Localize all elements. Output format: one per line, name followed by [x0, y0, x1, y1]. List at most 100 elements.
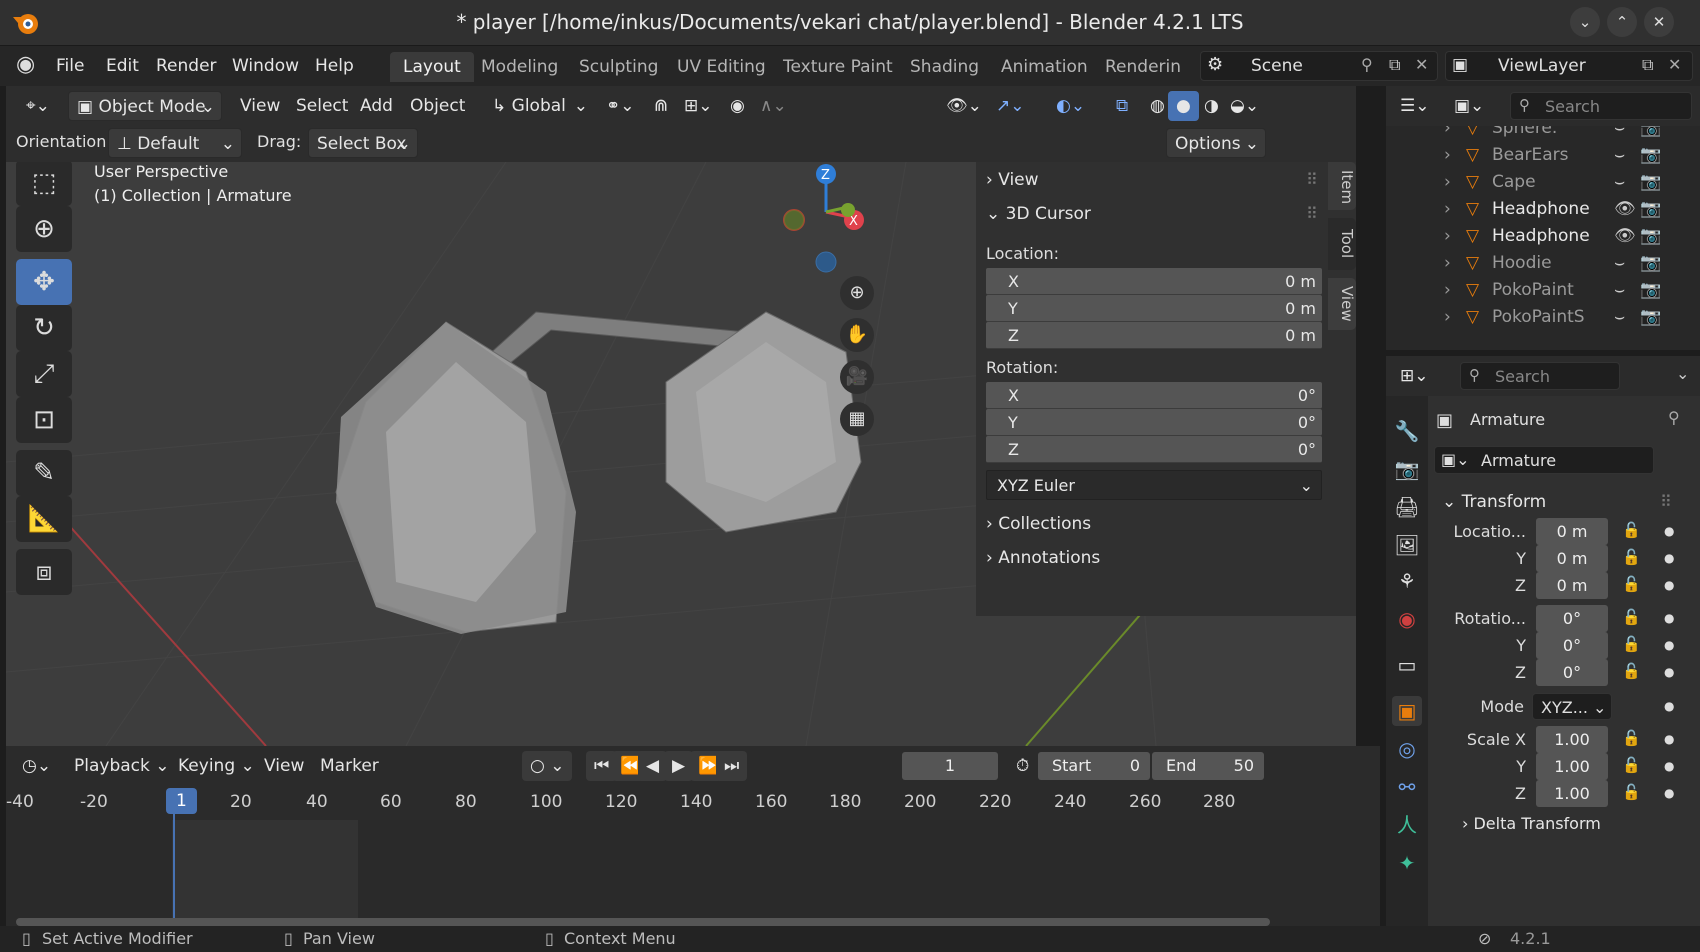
camera-render-icon[interactable]: 📷 [1640, 276, 1661, 305]
camera-render-icon[interactable]: 📷 [1640, 195, 1661, 224]
tab-sculpting[interactable]: Sculpting [566, 52, 671, 82]
prop-location-z[interactable]: 0 m [1536, 572, 1608, 599]
bone-tab-icon[interactable]: ✦ [1392, 848, 1422, 878]
tab-view[interactable]: View [1328, 278, 1356, 330]
zoom-icon[interactable]: ⊕ [840, 276, 874, 310]
mode-dropdown[interactable]: ▣ Object Mode ⌄ [68, 91, 222, 121]
ortho-grid-icon[interactable]: ▦ [840, 402, 874, 436]
transform-orientation-dropdown[interactable]: ↳ Global ⌄ [484, 91, 594, 121]
editor-type-icon[interactable]: ⌖⌄ [18, 91, 58, 121]
proportional-edit-icon[interactable]: ◉ [722, 91, 753, 121]
orientation-dropdown[interactable]: ⊥ Default ⌄ [108, 128, 242, 158]
chevron-down-icon[interactable]: ⌄ [1676, 364, 1689, 383]
lock-icon[interactable]: 🔓 [1622, 662, 1641, 680]
tab-animation[interactable]: Animation [988, 52, 1101, 82]
camera-render-icon[interactable]: 📷 [1640, 249, 1661, 278]
start-frame-field[interactable]: Start 0 [1038, 752, 1150, 780]
camera-icon[interactable]: 🎥 [840, 360, 874, 394]
camera-render-icon[interactable]: 📷 [1640, 222, 1661, 251]
lock-icon[interactable]: 🔓 [1622, 548, 1641, 566]
outliner-item[interactable]: › ▽ Headphone 👁 📷 [1386, 222, 1700, 251]
outliner-editor-icon[interactable]: ☰⌄ [1392, 91, 1437, 121]
pan-hand-icon[interactable]: ✋ [840, 318, 874, 352]
keyframe-dot-icon[interactable]: ● [1664, 578, 1674, 592]
close-icon[interactable]: ✕ [1644, 7, 1674, 37]
keyframe-dot-icon[interactable]: ● [1664, 699, 1674, 713]
keyframe-dot-icon[interactable]: ● [1664, 524, 1674, 538]
tab-layout[interactable]: Layout [390, 52, 474, 82]
outliner-item[interactable]: › ▽ Hoodie ⌣ 📷 [1386, 249, 1700, 278]
chevron-right-icon[interactable]: › [1444, 141, 1451, 170]
cursor-location-field[interactable]: Y 0 m [986, 295, 1322, 322]
prop-scale-y[interactable]: 1.00 [1536, 753, 1608, 780]
pin-icon[interactable]: ⚲ [1361, 55, 1373, 74]
scene-selector[interactable]: ⚙ Scene ⚲ ⧉ ✕ [1200, 51, 1438, 81]
outliner-item[interactable]: › ▽ PokoPaint ⌣ 📷 [1386, 276, 1700, 305]
eye-icon[interactable]: 👁 [1614, 222, 1636, 251]
cursor-location-field[interactable]: Z 0 m [986, 322, 1322, 349]
keying-menu[interactable]: Keying ⌄ [170, 751, 263, 781]
prop-scale-x[interactable]: 1.00 [1536, 726, 1608, 753]
armature-data-tab-icon[interactable]: 人 [1392, 810, 1422, 840]
menu-object[interactable]: Object [402, 91, 473, 121]
keyframe-dot-icon[interactable]: ● [1664, 759, 1674, 773]
lock-icon[interactable]: 🔓 [1622, 521, 1641, 539]
panel-view-header[interactable]: › View [986, 170, 1039, 190]
object-tab-icon[interactable]: ▣ [1392, 696, 1422, 726]
output-tab-icon[interactable]: 🖨 [1392, 492, 1422, 522]
tab-rendering[interactable]: Renderin [1092, 52, 1192, 82]
new-scene-icon[interactable]: ⧉ [1389, 55, 1400, 75]
drag-handle-icon[interactable]: ⠿ [1306, 204, 1318, 223]
cursor-tool-icon[interactable]: ⊕ [16, 206, 72, 252]
options-dropdown[interactable]: Options ⌄ [1166, 128, 1266, 158]
snap-target-icon[interactable]: ⊞⌄ [676, 91, 721, 121]
constraints-tab-icon[interactable]: ⚯ [1392, 772, 1422, 802]
lock-icon[interactable]: 🔓 [1622, 608, 1641, 626]
lock-icon[interactable]: 🔓 [1622, 635, 1641, 653]
rotate-tool-icon[interactable]: ↻ [16, 305, 72, 351]
add-cube-tool-icon[interactable]: ⧈ [16, 549, 72, 595]
playhead-frame-indicator[interactable]: 1 [166, 788, 197, 814]
keyframe-dot-icon[interactable]: ● [1664, 665, 1674, 679]
keyframe-dot-icon[interactable]: ● [1664, 611, 1674, 625]
outliner-item[interactable]: › ▽ Headphone 👁 📷 [1386, 195, 1700, 224]
prop-rotation-y[interactable]: 0° [1536, 632, 1608, 659]
drag-dropdown[interactable]: Select Box ⌄ [308, 128, 418, 158]
rotation-mode-dropdown[interactable]: XYZ Euler ⌄ [986, 470, 1322, 500]
playback-menu[interactable]: Playback ⌄ [66, 751, 178, 781]
keyframe-dot-icon[interactable]: ● [1664, 786, 1674, 800]
lock-icon[interactable]: 🔓 [1622, 756, 1641, 774]
outliner-search-input[interactable]: ⚲ Search [1510, 92, 1692, 120]
chevron-right-icon[interactable]: › [1444, 249, 1451, 278]
eye-icon[interactable]: 👁 [1614, 195, 1636, 224]
view-layer-tab-icon[interactable]: 🖼 [1392, 530, 1422, 560]
keyframe-dot-icon[interactable]: ● [1664, 638, 1674, 652]
visibility-icon[interactable]: 👁⌄ [938, 91, 990, 121]
play-icon[interactable]: ▶ [664, 751, 694, 781]
annotate-tool-icon[interactable]: ✎ [16, 450, 72, 496]
tab-uv-editing[interactable]: UV Editing [664, 52, 779, 82]
jump-end-icon[interactable]: ⏭ [716, 751, 748, 781]
falloff-icon[interactable]: ∧⌄ [752, 91, 795, 121]
transform-header[interactable]: ⌄ Transform [1442, 492, 1546, 512]
camera-render-icon[interactable]: 📷 [1640, 141, 1661, 170]
rendered-shading-icon[interactable]: ◒⌄ [1222, 91, 1267, 121]
timeline-area[interactable]: -40 -20 1 20 40 60 80 100 120 140 160 180 200 220 240 2… [6, 786, 1380, 926]
menu-add[interactable]: Add [352, 91, 401, 121]
scene-tab-icon[interactable]: ⚘ [1392, 566, 1422, 596]
outliner-item[interactable]: › ▽ PokoPaintS ⌣ 📷 [1386, 303, 1700, 332]
gizmo-icon[interactable]: ↗⌄ [988, 91, 1033, 121]
stopwatch-icon[interactable]: ⏱ [1008, 751, 1037, 781]
marker-menu[interactable]: Marker [312, 751, 387, 781]
keyframe-dot-icon[interactable]: ● [1664, 732, 1674, 746]
chevron-right-icon[interactable]: › [1444, 168, 1451, 197]
snap-icon[interactable]: ⋒ [646, 91, 676, 121]
delta-transform-header[interactable]: › Delta Transform [1462, 814, 1601, 833]
drag-handle-icon[interactable]: ⠿ [1660, 492, 1672, 511]
cursor-rotation-field[interactable]: Y 0° [986, 409, 1322, 436]
render-tab-icon[interactable]: 📷 [1392, 454, 1422, 484]
object-name-field[interactable]: ▣⌄ Armature [1434, 446, 1654, 474]
blender-menu-icon[interactable]: ◉ [16, 52, 35, 77]
tab-modeling[interactable]: Modeling [468, 52, 571, 82]
menu-help[interactable]: Help [315, 56, 354, 76]
